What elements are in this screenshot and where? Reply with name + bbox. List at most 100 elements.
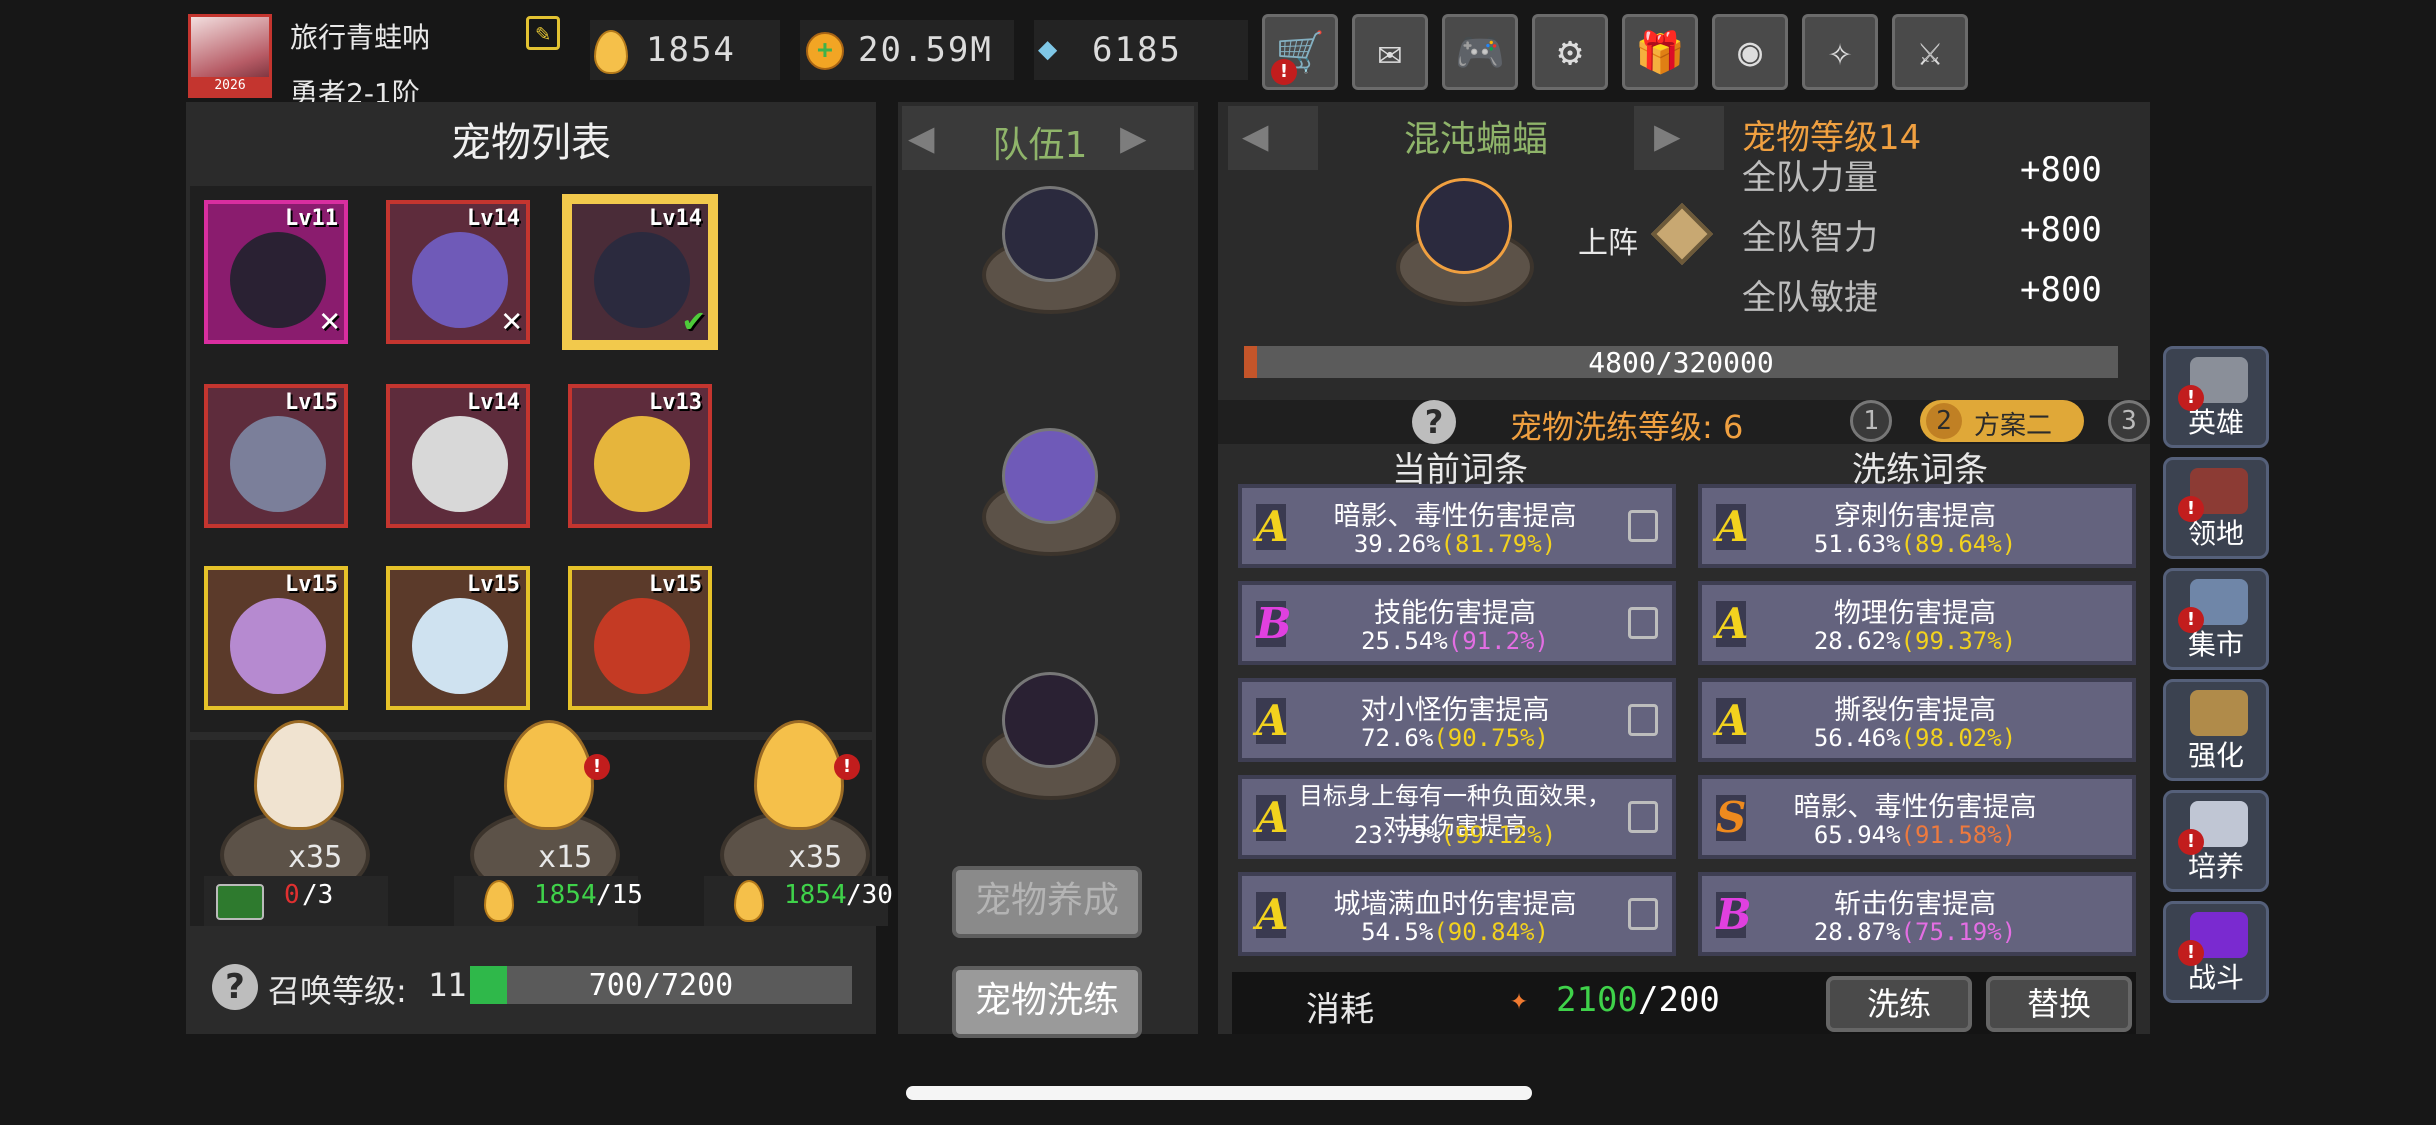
help-icon[interactable]: ? — [212, 964, 258, 1010]
affix-value-line: 23.79%(99.12%) — [1298, 821, 1612, 849]
affix-name: 技能伤害提高 — [1374, 598, 1536, 629]
edit-name-icon[interactable]: ✎ — [526, 16, 560, 50]
plan-2-button[interactable]: 2 方案二 — [1920, 400, 2084, 442]
pet-sprite — [230, 416, 326, 512]
refine-help-icon[interactable]: ? — [1412, 400, 1456, 444]
affix-value: 56.46% — [1813, 724, 1901, 752]
affix-name: 对小怪伤害提高 — [1360, 695, 1550, 726]
affix-value: 25.54% — [1361, 627, 1448, 655]
affix-grade-icon: A — [1256, 696, 1289, 745]
settings-button[interactable]: ⚙ — [1532, 14, 1608, 90]
egg-cost-icon — [484, 880, 514, 922]
affix-max: (91.58%) — [1900, 821, 2017, 849]
side-menu-1[interactable]: 领地! — [2163, 457, 2269, 559]
unlock-icon[interactable] — [1628, 510, 1658, 542]
affix-value-line: 65.94%(91.58%) — [1758, 821, 2072, 849]
gold-currency: + 20.59M — [800, 20, 1014, 80]
affix-grade-icon: A — [1716, 502, 1749, 551]
side-menu-label: 强化 — [2187, 739, 2244, 772]
pet-sprite — [594, 232, 690, 328]
gamepad-button[interactable]: 🎮 — [1442, 14, 1518, 90]
unlock-icon[interactable] — [1628, 607, 1658, 639]
stat-label: 全队智力 — [1742, 218, 1878, 258]
side-menu-3[interactable]: 强化 — [2163, 679, 2269, 781]
side-menu-icon — [2190, 690, 2248, 736]
team-pet-slot[interactable] — [972, 662, 1122, 812]
refine-stone-icon: ✦ — [1510, 982, 1529, 1017]
plan-1-button[interactable]: 1 — [1850, 400, 1892, 442]
video-ad-icon — [216, 884, 264, 920]
pet-card[interactable]: Lv11 ✕ — [204, 200, 348, 344]
pet-level-badge: Lv14 — [467, 206, 520, 231]
side-menu-4[interactable]: 培养! — [2163, 790, 2269, 892]
affix-value: 28.62% — [1813, 627, 1901, 655]
team-pet-slot[interactable] — [972, 176, 1122, 326]
home-indicator[interactable] — [906, 1086, 1532, 1100]
pet-refine-button[interactable]: 宠物洗练 — [952, 966, 1142, 1038]
affix-max: (91.2%) — [1447, 627, 1549, 655]
affix-name: 暗影、毒性伤害提高 — [1793, 792, 2037, 823]
affix-grade-icon: A — [1716, 599, 1749, 648]
unlock-icon[interactable] — [1628, 801, 1658, 833]
cost-max: /3 — [302, 880, 334, 910]
replace-button[interactable]: 替换 — [1986, 976, 2132, 1032]
plan-3-button[interactable]: 3 — [2108, 400, 2150, 442]
alert-badge: ! — [2178, 607, 2204, 633]
color-wheel-button[interactable]: ◉ — [1712, 14, 1788, 90]
affix-max: (81.79%) — [1440, 530, 1557, 558]
side-menu-0[interactable]: 英雄! — [2163, 346, 2269, 448]
affix-max: (75.19%) — [1900, 918, 2017, 946]
pet-card[interactable]: Lv15 — [386, 566, 530, 710]
egg-currency: 1854 — [590, 20, 780, 80]
pet-card[interactable]: Lv14 ✔ — [568, 200, 712, 344]
sword-button[interactable]: ⚔ — [1892, 14, 1968, 90]
unlock-icon[interactable] — [1628, 704, 1658, 736]
pet-card[interactable]: Lv15 — [204, 566, 348, 710]
pet-card[interactable]: Lv15 — [568, 566, 712, 710]
team-pet-slot[interactable] — [972, 418, 1122, 568]
affix-grade-icon: A — [1256, 793, 1289, 842]
pet-card[interactable]: Lv13 — [568, 384, 712, 528]
egg-cost-icon — [734, 880, 764, 922]
unlock-icon[interactable] — [1628, 898, 1658, 930]
side-menu-5[interactable]: 战斗! — [2163, 901, 2269, 1003]
pet-card[interactable]: Lv14 ✕ — [386, 200, 530, 344]
team-prev-arrow[interactable]: ◀ — [908, 112, 935, 163]
egg-count: x35 — [788, 840, 843, 875]
pet-next-arrow[interactable]: ▶ — [1634, 106, 1724, 170]
affix-name: 暗影、毒性伤害提高 — [1333, 501, 1577, 532]
egg-count: x15 — [538, 840, 593, 875]
cost-max: /30 — [846, 880, 893, 910]
alert-badge: ! — [2178, 385, 2204, 411]
summon-progress-text: 700/7200 — [588, 968, 734, 1003]
pet-card[interactable]: Lv14 — [386, 384, 530, 528]
affix-value-line: 51.63%(89.64%) — [1758, 530, 2072, 558]
refine-action-button[interactable]: 洗练 — [1826, 976, 1972, 1032]
player-avatar[interactable]: 2026 — [188, 14, 272, 98]
affix-value: 72.6% — [1361, 724, 1434, 752]
egg-count: 1854 — [646, 30, 736, 70]
mail-button[interactable]: ✉ — [1352, 14, 1428, 90]
shop-button[interactable]: 🛒! — [1262, 14, 1338, 90]
cost-have: 2100 — [1556, 980, 1638, 1020]
player-name: 旅行青蛙呐 — [290, 21, 431, 54]
side-menu-2[interactable]: 集市! — [2163, 568, 2269, 670]
plan-2-number: 2 — [1926, 403, 1962, 439]
summon-egg-icon — [504, 720, 594, 830]
team-pet-sprite — [1002, 428, 1098, 524]
not-deployed-x-icon: ✕ — [501, 300, 522, 340]
alert-badge: ! — [2178, 940, 2204, 966]
sword-icon: ⚔ — [1917, 29, 1943, 75]
gamepad-icon: 🎮 — [1455, 29, 1505, 76]
affix-value: 54.5% — [1361, 918, 1434, 946]
team-next-arrow[interactable]: ▶ — [1120, 112, 1147, 163]
pet-prev-arrow[interactable]: ◀ — [1228, 106, 1318, 170]
new-affix-row: A 撕裂伤害提高 56.46%(98.02%) — [1698, 678, 2136, 762]
current-affix-row: B 技能伤害提高 25.54%(91.2%) — [1238, 581, 1676, 665]
settings-icon: ⚙ — [1557, 29, 1583, 75]
skill-button[interactable]: ✧ — [1802, 14, 1878, 90]
pet-sprite — [412, 232, 508, 328]
pet-train-button[interactable]: 宠物养成 — [952, 866, 1142, 938]
pet-card[interactable]: Lv15 — [204, 384, 348, 528]
gift-button[interactable]: 🎁 — [1622, 14, 1698, 90]
